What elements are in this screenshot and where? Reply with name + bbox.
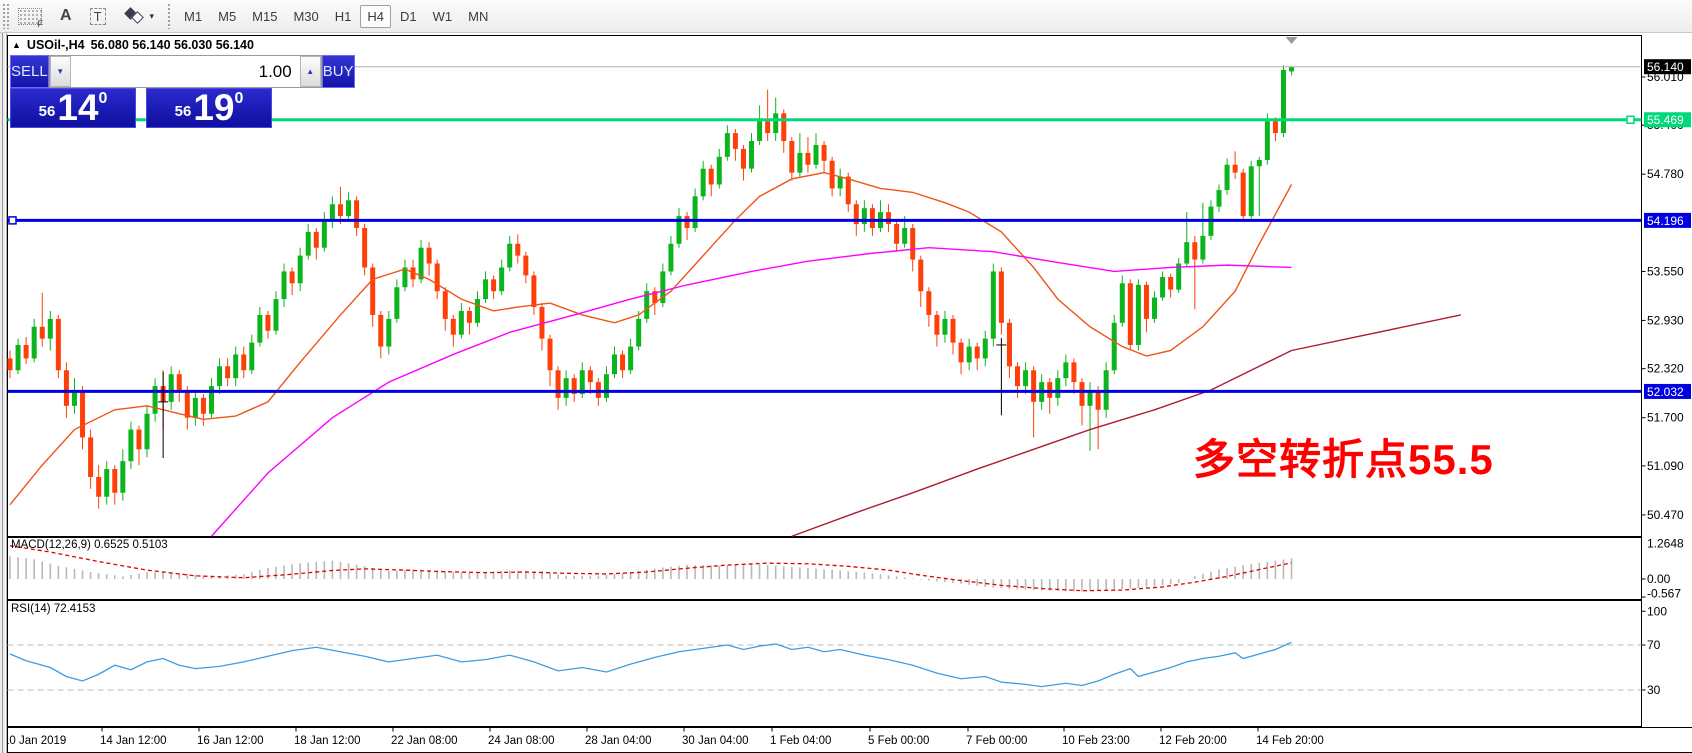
macd-indicator-label: MACD(12,26,9) 0.6525 0.5103 (11, 539, 168, 551)
toolbar-separator (167, 3, 172, 29)
svg-text:14 Feb 20:00: 14 Feb 20:00 (1256, 735, 1324, 747)
volume-decrease-button[interactable]: ▼ (50, 56, 71, 87)
svg-text:53.550: 53.550 (1647, 264, 1684, 278)
window-left-edge[interactable] (0, 33, 7, 753)
tf-button-m1[interactable]: M1 (177, 5, 209, 28)
svg-text:12 Feb 20:00: 12 Feb 20:00 (1159, 735, 1227, 747)
svg-text:70: 70 (1647, 638, 1661, 652)
tf-button-d1[interactable]: D1 (393, 5, 424, 28)
volume-input[interactable] (71, 56, 300, 87)
svg-text:0.00: 0.00 (1647, 572, 1671, 586)
buy-price-box[interactable]: 56 19 0 (146, 88, 272, 128)
volume-increase-button[interactable]: ▲ (300, 56, 321, 87)
svg-text:7 Feb 00:00: 7 Feb 00:00 (966, 735, 1027, 747)
tf-button-m15[interactable]: M15 (245, 5, 284, 28)
macd-panel (8, 538, 1642, 600)
buy-price-dec: 19 (193, 91, 234, 124)
chart-ohlc-values: 56.080 56.140 56.030 56.140 (91, 38, 254, 52)
sell-price-pip: 0 (98, 91, 107, 107)
toolbar: F A T ▾ M1 M5 M15 M30 H1 H4 D1 W1 MN (0, 0, 1692, 33)
svg-text:51.700: 51.700 (1647, 411, 1684, 425)
tf-button-w1[interactable]: W1 (426, 5, 460, 28)
cursor-a-icon[interactable]: A (60, 4, 72, 28)
svg-text:55.469: 55.469 (1647, 113, 1684, 127)
sell-price-int: 56 (39, 100, 56, 124)
tf-button-m5[interactable]: M5 (211, 5, 243, 28)
svg-text:54.196: 54.196 (1647, 214, 1684, 228)
svg-text:16 Jan 12:00: 16 Jan 12:00 (197, 735, 264, 747)
shapes-tool-icon[interactable]: ▾ (124, 4, 155, 28)
chart-canvas[interactable]: 56.01055.40054.78053.55052.93052.32051.7… (0, 33, 1692, 753)
svg-text:50.470: 50.470 (1647, 508, 1684, 522)
svg-text:10 Jan 2019: 10 Jan 2019 (3, 735, 66, 747)
toolbar-grip[interactable] (2, 3, 9, 29)
svg-text:52.320: 52.320 (1647, 362, 1684, 376)
svg-text:5 Feb 00:00: 5 Feb 00:00 (868, 735, 929, 747)
indicator-grid-icon[interactable]: F (18, 4, 42, 28)
tf-button-h4[interactable]: H4 (360, 5, 391, 28)
buy-price-int: 56 (175, 100, 192, 124)
chart-title: ▲ USOil-,H4 56.080 56.140 56.030 56.140 (12, 38, 254, 52)
svg-text:30 Jan 04:00: 30 Jan 04:00 (682, 735, 749, 747)
svg-text:52.032: 52.032 (1647, 385, 1684, 399)
dropdown-caret-icon: ▾ (150, 11, 155, 22)
svg-text:52.930: 52.930 (1647, 313, 1684, 327)
svg-text:51.090: 51.090 (1647, 459, 1684, 473)
one-click-trade-panel: SELL ▼ ▲ BUY 56 14 0 56 19 0 (10, 55, 272, 128)
svg-text:-0.567: -0.567 (1647, 587, 1681, 601)
chart-annotation-text: 多空转折点55.5 (1193, 426, 1494, 487)
line-handle (9, 217, 16, 224)
sell-price-box[interactable]: 56 14 0 (10, 88, 136, 128)
tf-button-m30[interactable]: M30 (286, 5, 325, 28)
svg-text:14 Jan 12:00: 14 Jan 12:00 (100, 735, 167, 747)
tf-button-h1[interactable]: H1 (328, 5, 359, 28)
svg-text:1.2648: 1.2648 (1647, 537, 1684, 551)
buy-price-pip: 0 (234, 91, 243, 107)
rsi-indicator-label: RSI(14) 72.4153 (11, 603, 95, 615)
svg-text:30: 30 (1647, 683, 1661, 697)
buy-button[interactable]: BUY (322, 55, 355, 88)
volume-box: ▼ ▲ (49, 55, 322, 88)
svg-text:56.140: 56.140 (1647, 60, 1684, 74)
svg-text:24 Jan 08:00: 24 Jan 08:00 (488, 735, 555, 747)
price-axis[interactable]: 56.01055.40054.78053.55052.93052.32051.7… (1642, 59, 1692, 697)
tf-button-mn[interactable]: MN (461, 5, 495, 28)
sell-price-dec: 14 (57, 91, 98, 124)
svg-text:100: 100 (1647, 604, 1667, 618)
text-tool-icon[interactable]: T (90, 4, 106, 28)
line-handle (1627, 116, 1634, 123)
chart-window: 56.01055.40054.78053.55052.93052.32051.7… (0, 33, 1692, 753)
svg-text:28 Jan 04:00: 28 Jan 04:00 (585, 735, 652, 747)
collapse-arrow-icon[interactable]: ▲ (12, 40, 21, 50)
svg-text:1 Feb 04:00: 1 Feb 04:00 (770, 735, 831, 747)
svg-text:54.780: 54.780 (1647, 167, 1684, 181)
svg-text:18 Jan 12:00: 18 Jan 12:00 (294, 735, 361, 747)
svg-text:22 Jan 08:00: 22 Jan 08:00 (391, 735, 458, 747)
svg-text:10 Feb 23:00: 10 Feb 23:00 (1062, 735, 1130, 747)
rsi-panel (8, 601, 1642, 727)
sell-button[interactable]: SELL (10, 55, 49, 88)
chart-symbol: USOil-,H4 (27, 38, 85, 52)
